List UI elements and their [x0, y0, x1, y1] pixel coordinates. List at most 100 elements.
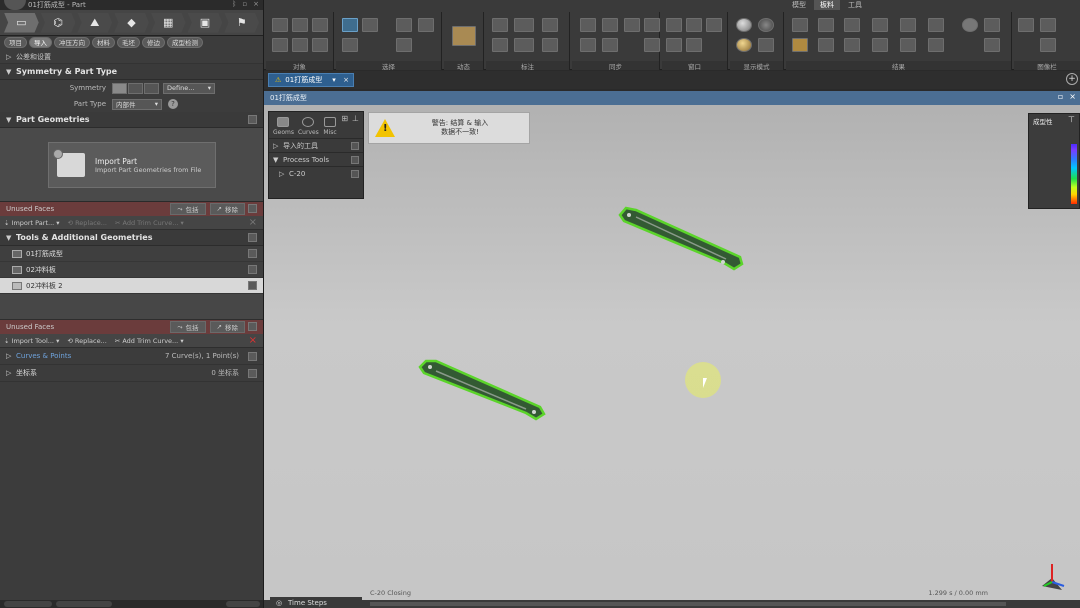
ribbon-tab-tools[interactable]: 工具	[842, 0, 868, 10]
tab-mesh-icon[interactable]: ⌬	[40, 12, 76, 33]
replace-part-button[interactable]: ⟲ Replace...	[68, 219, 107, 227]
image-settings-icon[interactable]	[1040, 38, 1056, 52]
import-tool-menu[interactable]: ⇣ Import Tool... ▾	[4, 337, 59, 345]
symmetry-half-button[interactable]	[128, 82, 143, 94]
tab-part-icon[interactable]: ▭	[4, 12, 39, 33]
tab-monitor-icon[interactable]: ▣	[187, 12, 223, 33]
note-icon[interactable]	[492, 38, 508, 52]
settings-row[interactable]: ▷ 公差和设置	[0, 50, 263, 64]
add-tab-icon[interactable]: +	[1066, 73, 1078, 85]
shade-icon[interactable]	[272, 38, 288, 52]
curves-points-row[interactable]: ▷ Curves & Points 7 Curve(s), 1 Point(s)	[0, 348, 263, 365]
tools-section-header[interactable]: ▼ Tools & Additional Geometries	[0, 230, 263, 246]
camera-icon[interactable]	[418, 18, 434, 32]
sub-tab-project[interactable]: 项目	[4, 37, 27, 48]
unused-faces-options[interactable]	[248, 322, 257, 331]
tab-tool-icon[interactable]: ⛰	[77, 12, 113, 33]
shaded-sphere-icon[interactable]	[736, 18, 752, 32]
curves-options[interactable]	[248, 352, 257, 361]
restore-icon[interactable]: ▫	[242, 0, 247, 8]
time-steps-slider[interactable]	[370, 602, 1006, 606]
video-icon[interactable]	[580, 18, 596, 32]
import-part-menu[interactable]: ⇣ Import Part... ▾	[4, 219, 60, 227]
wave-icon[interactable]	[900, 38, 916, 52]
tab-result-icon[interactable]: ⚑	[224, 12, 260, 33]
tool-item-options[interactable]	[248, 249, 257, 258]
arrow-icon[interactable]	[928, 18, 944, 32]
sub-tab-formability-check[interactable]: 成型检测	[167, 37, 203, 48]
tab-process-icon[interactable]: ▦	[150, 12, 186, 33]
move-icon[interactable]	[792, 38, 808, 52]
coords-options[interactable]	[248, 369, 257, 378]
part-type-dropdown[interactable]: 内部件 ▾	[112, 98, 162, 110]
plot-icon[interactable]	[844, 38, 860, 52]
zoom-fit-icon[interactable]	[396, 18, 412, 32]
time-steps-toggle[interactable]: ◎ Time Steps	[270, 597, 362, 608]
add-trim-curve-tool-menu[interactable]: ✂ Add Trim Curve... ▾	[115, 337, 184, 345]
remove-faces-button[interactable]: ↗ 移除	[209, 203, 245, 215]
split-view-icon[interactable]	[686, 18, 702, 32]
stack-icon[interactable]	[900, 18, 916, 32]
document-tab[interactable]: ⚠ 01打筋成型 ▾ ×	[268, 73, 354, 87]
link-icon[interactable]	[644, 18, 660, 32]
surface-icon[interactable]	[292, 18, 308, 32]
tab-blank-icon[interactable]: ◆	[114, 12, 149, 33]
pointer-icon[interactable]	[492, 18, 508, 32]
delete-icon[interactable]: ×	[249, 335, 257, 346]
coordinate-systems-row[interactable]: ▷ 坐标系 0 坐标系	[0, 365, 263, 382]
close-tab-icon[interactable]: ×	[343, 76, 349, 84]
part-geometries-header[interactable]: ▼ Part Geometries	[0, 112, 263, 128]
thickness-icon[interactable]	[792, 18, 808, 32]
tools-options-button[interactable]	[248, 233, 257, 242]
sub-tab-trim[interactable]: 修边	[142, 37, 165, 48]
curves-points-label[interactable]: Curves & Points	[16, 352, 71, 360]
layers-icon[interactable]	[984, 38, 1000, 52]
tool-item[interactable]: 01打筋成型	[0, 246, 263, 262]
tool-item-options[interactable]	[248, 265, 257, 274]
clock-icon[interactable]	[580, 38, 596, 52]
sub-tab-import[interactable]: 导入	[29, 37, 52, 48]
include-faces-button[interactable]: ⤳ 包括	[170, 321, 206, 333]
sub-tab-material[interactable]: 材料	[92, 37, 115, 48]
ruler-icon[interactable]	[514, 18, 534, 32]
chain-icon[interactable]	[644, 38, 660, 52]
tools-icon[interactable]	[928, 38, 944, 52]
flat-mode-icon[interactable]	[758, 38, 774, 52]
pin-icon[interactable]: ᛒ	[232, 0, 236, 8]
image-bar-icon[interactable]	[1018, 18, 1034, 32]
footer-button[interactable]	[56, 601, 112, 607]
replace-tool-button[interactable]: ⟲ Replace...	[67, 337, 106, 345]
help-icon[interactable]: ?	[168, 99, 178, 109]
unused-faces-options[interactable]	[248, 204, 257, 213]
tool-item-selected[interactable]: 02冲料板 2	[0, 278, 263, 294]
grid-view-icon[interactable]	[666, 38, 682, 52]
section-icon[interactable]	[818, 38, 834, 52]
annotate-a-icon[interactable]	[962, 18, 978, 32]
import-part-button[interactable]: Import Part Import Part Geometries from …	[48, 142, 216, 188]
sub-tab-stamping-direction[interactable]: 冲压方向	[54, 37, 90, 48]
mail-icon[interactable]	[872, 18, 888, 32]
material-sphere-icon[interactable]	[736, 38, 752, 52]
pick-icon[interactable]	[342, 38, 358, 52]
value-icon[interactable]	[514, 38, 534, 52]
symmetry-define-dropdown[interactable]: Define... ▾	[163, 82, 215, 94]
tool-item[interactable]: 02冲料板	[0, 262, 263, 278]
section-options-button[interactable]	[248, 115, 257, 124]
sheet-icon[interactable]	[312, 18, 328, 32]
tag-icon[interactable]	[542, 38, 558, 52]
3d-viewport[interactable]: 01打筋成型 ▫ × Geoms Curves Misc ⊞ ⊥ ▷ 导入的工具…	[264, 91, 1080, 608]
image-export-icon[interactable]	[1040, 18, 1056, 32]
cascade-view-icon[interactable]	[706, 18, 722, 32]
part-upper[interactable]	[618, 206, 744, 271]
remove-faces-button[interactable]: ↗ 移除	[209, 321, 245, 333]
single-view-icon[interactable]	[666, 18, 682, 32]
probe-icon[interactable]	[542, 18, 558, 32]
strain-icon[interactable]	[818, 18, 834, 32]
add-trim-curve-part-menu[interactable]: ✂ Add Trim Curve... ▾	[115, 219, 184, 227]
view-icon[interactable]	[984, 18, 1000, 32]
hide-icon[interactable]	[312, 38, 328, 52]
footer-button[interactable]	[226, 601, 260, 607]
symmetry-section-header[interactable]: ▼ Symmetry & Part Type	[0, 64, 263, 80]
footer-button[interactable]	[4, 601, 52, 607]
comment-icon[interactable]	[602, 18, 618, 32]
